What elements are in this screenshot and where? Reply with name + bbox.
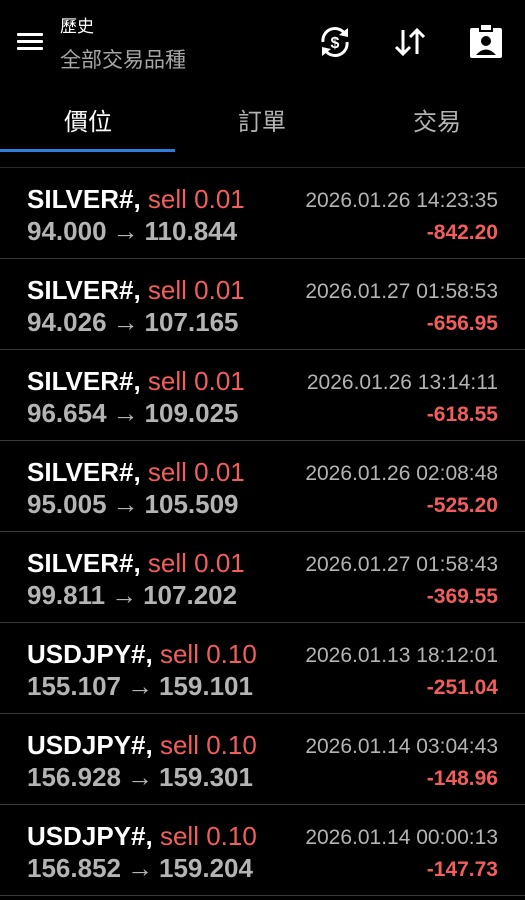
arrow-right-icon: → [112, 398, 139, 428]
trade-row[interactable]: SILVER#, sell 0.01 95.005 → 105.509 2026.0… [0, 441, 525, 532]
trade-profit: -618.55 [426, 403, 498, 426]
trade-side: sell 0.01 [147, 275, 245, 305]
tab-positions[interactable]: 價位 [64, 102, 112, 137]
trade-side: sell 0.10 [159, 730, 257, 760]
close-price: 159.204 [158, 853, 253, 883]
trade-prices: 94.026 → 107.165 [27, 307, 239, 338]
trade-side: sell 0.10 [159, 639, 257, 669]
trade-symbol: SILVER#, sell 0.01 [27, 457, 245, 488]
arrow-right-icon: → [112, 307, 139, 337]
trade-prices: 94.000 → 110.844 [27, 216, 237, 247]
close-price: 110.844 [144, 216, 238, 246]
symbol-label: SILVER#, [27, 366, 141, 396]
trade-symbol: USDJPY#, sell 0.10 [27, 821, 257, 852]
trade-time: 2026.01.13 18:12:01 [305, 644, 498, 667]
arrow-right-icon: → [112, 216, 139, 246]
hamburger-menu-icon[interactable] [15, 30, 45, 54]
trade-row[interactable]: USDJPY#, sell 0.10 155.107 → 159.101 2026.… [0, 623, 525, 714]
open-price: 96.654 [27, 398, 107, 428]
close-price: 109.025 [144, 398, 239, 428]
open-price: 95.005 [27, 489, 107, 519]
trade-row[interactable]: SILVER#, sell 0.01 99.811 → 107.202 2026.0… [0, 532, 525, 623]
tab-deals[interactable]: 交易 [413, 102, 461, 137]
open-price: 94.026 [27, 307, 107, 337]
symbol-label: SILVER#, [27, 184, 141, 214]
trade-side: sell 0.01 [147, 548, 245, 578]
tab-orders[interactable]: 訂單 [238, 102, 286, 137]
trade-row[interactable]: USDJPY#, sell 0.10 156.852 → 159.204 2026.… [0, 805, 525, 896]
symbol-label: USDJPY#, [27, 639, 153, 669]
tab-bar: 價位 訂單 交易 [0, 88, 525, 168]
trade-prices: 95.005 → 105.509 [27, 489, 239, 520]
trade-symbol: SILVER#, sell 0.01 [27, 184, 245, 215]
trade-symbol: USDJPY#, sell 0.10 [27, 730, 257, 761]
trade-profit: -251.04 [426, 676, 498, 699]
trade-profit: -525.20 [426, 494, 498, 517]
close-price: 107.165 [144, 307, 239, 337]
trade-prices: 96.654 → 109.025 [27, 398, 239, 429]
arrow-right-icon: → [126, 762, 153, 792]
symbol-filter[interactable]: 全部交易品種 [60, 44, 186, 74]
trade-profit: -147.73 [426, 858, 498, 881]
trade-prices: 156.928 → 159.301 [27, 762, 253, 793]
trade-symbol: SILVER#, sell 0.01 [27, 366, 245, 397]
active-tab-indicator [0, 149, 175, 152]
close-price: 159.101 [158, 671, 253, 701]
trade-time: 2026.01.14 00:00:13 [305, 826, 498, 849]
trade-side: sell 0.01 [147, 457, 245, 487]
symbol-label: SILVER#, [27, 457, 141, 487]
open-price: 156.928 [27, 762, 121, 792]
trade-profit: -148.96 [426, 767, 498, 790]
arrow-right-icon: → [111, 580, 138, 610]
trade-time: 2026.01.14 03:04:43 [305, 735, 498, 758]
open-price: 99.811 [27, 580, 106, 610]
trade-row[interactable]: USDJPY#, sell 0.10 156.928 → 159.301 2026.… [0, 714, 525, 805]
sync-currency-icon[interactable]: $ [315, 22, 355, 62]
trade-history-list: SILVER#, sell 0.01 94.000 → 110.844 2026.0… [0, 168, 525, 896]
symbol-label: USDJPY#, [27, 730, 153, 760]
trade-side: sell 0.01 [147, 184, 245, 214]
app-header: 歷史 全部交易品種 $ [0, 0, 525, 85]
trade-time: 2026.01.26 13:14:11 [306, 371, 498, 394]
close-price: 107.202 [143, 580, 238, 610]
trade-side: sell 0.01 [147, 366, 245, 396]
trade-row[interactable]: SILVER#, sell 0.01 96.654 → 109.025 2026.0… [0, 350, 525, 441]
close-price: 105.509 [144, 489, 239, 519]
trade-symbol: USDJPY#, sell 0.10 [27, 639, 257, 670]
trade-row[interactable]: SILVER#, sell 0.01 94.000 → 110.844 2026.0… [0, 168, 525, 259]
trade-time: 2026.01.26 02:08:48 [305, 462, 498, 485]
open-price: 156.852 [27, 853, 121, 883]
trade-prices: 156.852 → 159.204 [27, 853, 253, 884]
arrow-right-icon: → [126, 671, 153, 701]
trade-prices: 99.811 → 107.202 [27, 580, 237, 611]
trade-symbol: SILVER#, sell 0.01 [27, 548, 245, 579]
sort-arrows-icon[interactable] [390, 22, 430, 62]
page-title: 歷史 [60, 17, 94, 36]
close-price: 159.301 [158, 762, 253, 792]
trade-profit: -656.95 [426, 312, 498, 335]
trade-row[interactable]: SILVER#, sell 0.01 94.026 → 107.165 2026.0… [0, 259, 525, 350]
trade-time: 2026.01.27 01:58:53 [305, 280, 498, 303]
trade-symbol: SILVER#, sell 0.01 [27, 275, 245, 306]
trade-side: sell 0.10 [159, 821, 257, 851]
svg-text:$: $ [331, 35, 340, 52]
trade-profit: -842.20 [426, 221, 498, 244]
trade-time: 2026.01.27 01:58:43 [305, 553, 498, 576]
open-price: 155.107 [27, 671, 121, 701]
trade-time: 2026.01.26 14:23:35 [305, 189, 498, 212]
report-clipboard-icon[interactable] [466, 22, 506, 62]
trade-prices: 155.107 → 159.101 [27, 671, 253, 702]
open-price: 94.000 [27, 216, 107, 246]
symbol-label: SILVER#, [27, 548, 141, 578]
arrow-right-icon: → [126, 853, 153, 883]
trade-profit: -369.55 [426, 585, 498, 608]
symbol-label: SILVER#, [27, 275, 141, 305]
symbol-label: USDJPY#, [27, 821, 153, 851]
arrow-right-icon: → [112, 489, 139, 519]
